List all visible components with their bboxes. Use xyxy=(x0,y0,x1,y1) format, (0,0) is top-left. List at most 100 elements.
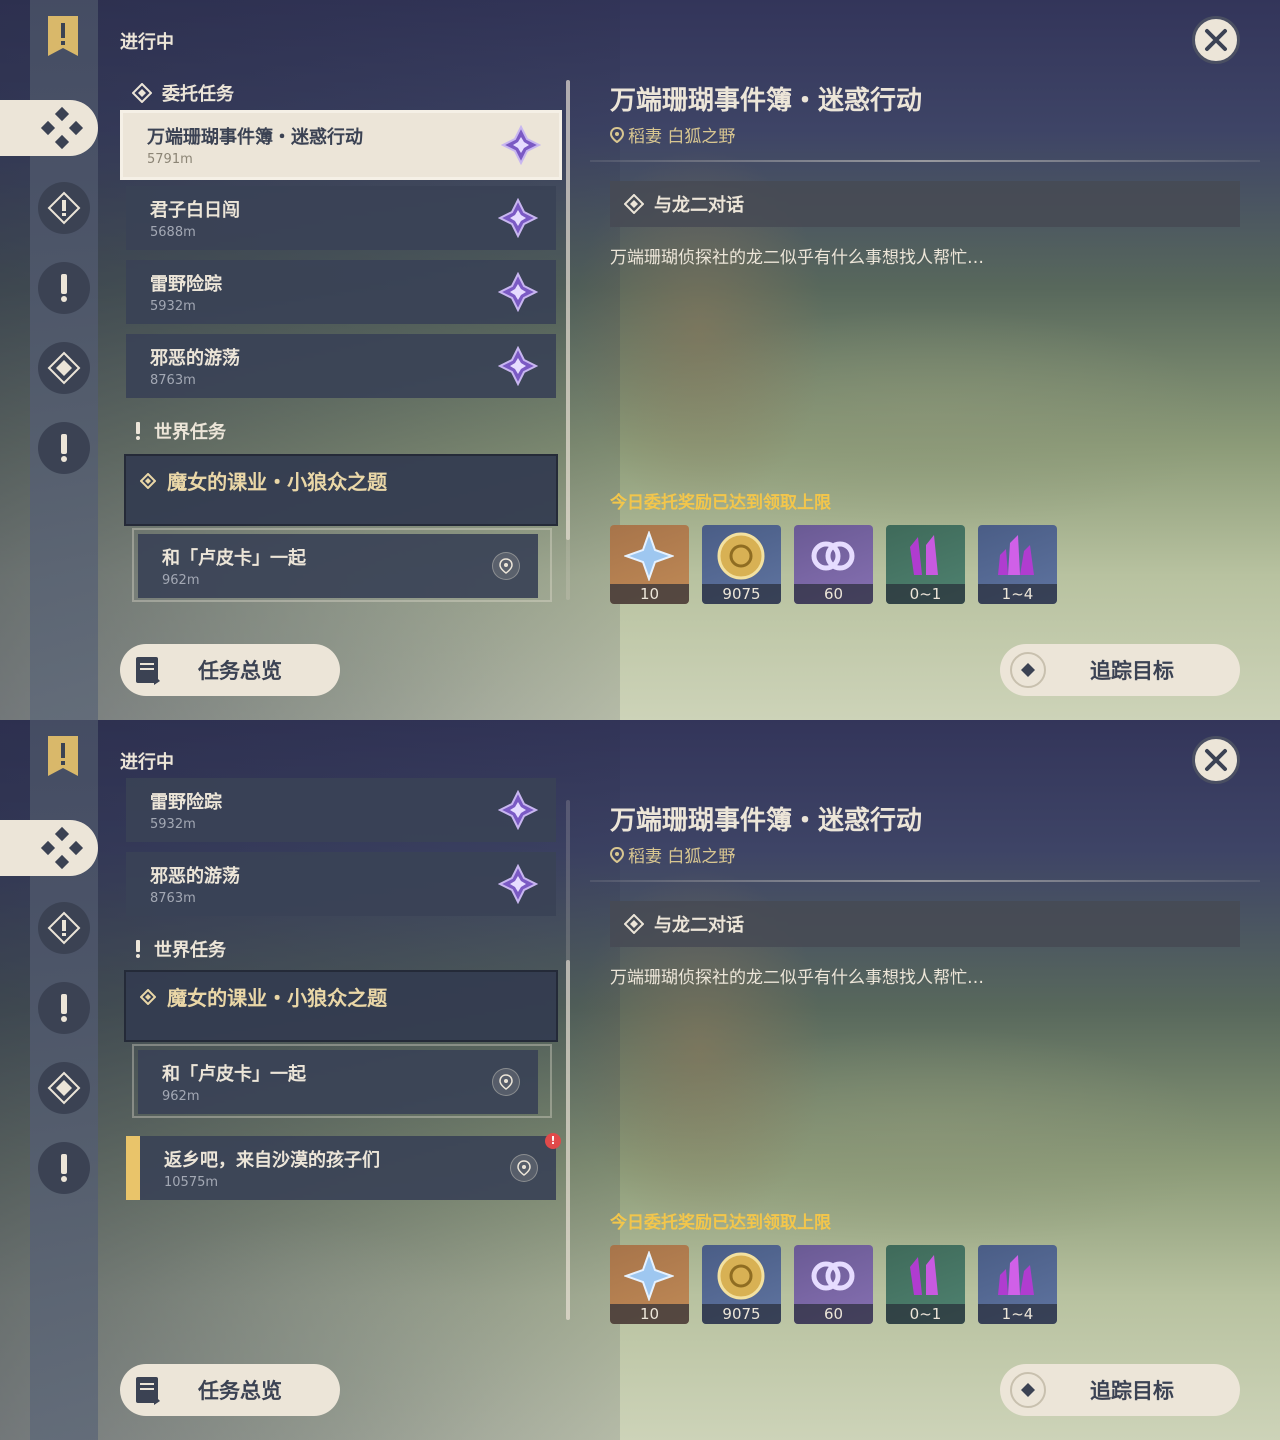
quest-title: 邪恶的游荡 xyxy=(150,348,240,369)
reward-item[interactable]: 1~4 xyxy=(978,525,1057,604)
objective-text: 与龙二对话 xyxy=(654,915,744,936)
scroll-thumb[interactable] xyxy=(566,960,570,1320)
story-quest-icon xyxy=(47,351,81,385)
quest-item[interactable]: 邪恶的游荡 8763m xyxy=(126,852,556,916)
quest-title: 雷野险踪 xyxy=(150,792,222,813)
quest-item[interactable]: 君子白日闯 5688m xyxy=(126,186,556,250)
list-scrollbar[interactable] xyxy=(566,80,570,600)
quest-item[interactable]: 雷野险踪 5932m xyxy=(126,260,556,324)
track-target-button[interactable]: 追踪目标 xyxy=(1000,644,1240,696)
crystal-small-icon xyxy=(910,1255,938,1295)
rail-story-tab[interactable] xyxy=(38,342,90,394)
reward-list: 10 9075 60 0~1 1~4 xyxy=(610,525,1057,604)
commission-star-icon xyxy=(501,125,541,165)
commission-icon xyxy=(40,106,84,150)
detail-title: 万端珊瑚事件簿・迷惑行动 xyxy=(610,806,923,836)
rail-event-tab[interactable] xyxy=(38,1142,90,1194)
quest-overview-button[interactable]: 任务总览 xyxy=(120,644,340,696)
quest-overview-label: 任务总览 xyxy=(198,659,282,683)
location-pin-icon xyxy=(510,1154,538,1182)
friendship-exp-icon xyxy=(811,1261,855,1291)
quest-item[interactable]: 邪恶的游荡 8763m xyxy=(126,334,556,398)
rail-event-tab[interactable] xyxy=(38,422,90,474)
reward-count: 0~1 xyxy=(886,584,965,604)
track-target-button[interactable]: 追踪目标 xyxy=(1000,1364,1240,1416)
reward-item[interactable]: 9075 xyxy=(702,525,781,604)
world-section-header: 世界任务 xyxy=(132,418,226,444)
world-quest-title: 魔女的课业・小狼众之题 xyxy=(167,470,388,494)
exclamation-icon xyxy=(61,994,67,1022)
world-quest-item[interactable]: 魔女的课业・小狼众之题 xyxy=(124,454,558,526)
reward-count: 60 xyxy=(794,584,873,604)
reward-item[interactable]: 0~1 xyxy=(886,525,965,604)
reward-limit-notice: 今日委托奖励已达到领取上限 xyxy=(610,493,831,513)
detail-location: 稻妻 白狐之野 xyxy=(610,122,735,147)
reward-item[interactable]: 1~4 xyxy=(978,1245,1057,1324)
close-button[interactable] xyxy=(1192,736,1240,784)
extra-quest-title: 返乡吧，来自沙漠的孩子们 xyxy=(164,1150,380,1171)
reward-item[interactable]: 60 xyxy=(794,1245,873,1324)
location-pin-icon xyxy=(610,846,624,863)
exclamation-icon xyxy=(61,274,67,302)
world-quest-diamond-icon xyxy=(139,988,157,1006)
sub-quest-distance: 962m xyxy=(162,1089,200,1104)
archon-quest-icon xyxy=(47,191,81,225)
quest-list[interactable]: 委托任务 万端珊瑚事件簿・迷惑行动 5791m 君子白日闯 5688m 雷野险踪… xyxy=(118,70,568,610)
reward-count: 1~4 xyxy=(978,584,1057,604)
rail-archon-tab[interactable] xyxy=(38,902,90,954)
rail-world-tab[interactable] xyxy=(38,262,90,314)
detail-location: 稻妻 白狐之野 xyxy=(610,842,735,867)
location-text: 稻妻 白狐之野 xyxy=(628,127,736,147)
detail-divider xyxy=(590,160,1260,162)
quest-overview-button[interactable]: 任务总览 xyxy=(120,1364,340,1416)
commission-star-icon xyxy=(498,346,538,386)
objective-diamond-icon xyxy=(624,914,644,934)
objective-diamond-icon xyxy=(624,194,644,214)
sub-quest-item[interactable]: 和「卢皮卡」一起 962m xyxy=(138,534,538,598)
world-quest-item[interactable]: 魔女的课业・小狼众之题 xyxy=(124,970,558,1042)
quest-distance: 8763m xyxy=(150,373,196,388)
reward-item[interactable]: 9075 xyxy=(702,1245,781,1324)
extra-quest-item[interactable]: 返乡吧，来自沙漠的孩子们 10575m xyxy=(126,1136,556,1200)
location-pin-icon xyxy=(492,552,520,580)
objective-text: 与龙二对话 xyxy=(654,195,744,216)
rail-archon-tab[interactable] xyxy=(38,182,90,234)
world-quest-diamond-icon xyxy=(139,472,157,490)
close-button[interactable] xyxy=(1192,16,1240,64)
reward-item[interactable]: 10 xyxy=(610,525,689,604)
quest-list[interactable]: 雷野险踪 5932m 邪恶的游荡 8763m 世界任务 魔女的课业・小狼众之题 … xyxy=(118,778,568,1338)
rail-world-tab[interactable] xyxy=(38,982,90,1034)
sub-quest-item[interactable]: 和「卢皮卡」一起 962m xyxy=(138,1050,538,1114)
primogem-icon xyxy=(624,531,674,581)
world-section-label: 世界任务 xyxy=(154,422,226,443)
quest-item-selected[interactable]: 万端珊瑚事件簿・迷惑行动 5791m xyxy=(120,110,562,180)
quest-item[interactable]: 雷野险踪 5932m xyxy=(126,778,556,842)
mora-icon xyxy=(717,532,765,580)
reward-item[interactable]: 0~1 xyxy=(886,1245,965,1324)
exclamation-icon xyxy=(61,1154,67,1182)
track-target-label: 追踪目标 xyxy=(1090,1379,1174,1403)
scroll-thumb[interactable] xyxy=(566,80,570,540)
rail-commission-tab[interactable] xyxy=(0,820,98,876)
reward-item[interactable]: 60 xyxy=(794,525,873,604)
list-scrollbar[interactable] xyxy=(566,800,570,1320)
sub-quest-frame: 和「卢皮卡」一起 962m xyxy=(132,1044,552,1118)
quest-title: 万端珊瑚事件簿・迷惑行动 xyxy=(147,127,363,148)
sub-quest-distance: 962m xyxy=(162,573,200,588)
sub-quest-title: 和「卢皮卡」一起 xyxy=(162,548,306,569)
quest-book-icon xyxy=(136,657,160,685)
close-icon xyxy=(1205,749,1227,771)
commission-star-icon xyxy=(498,790,538,830)
reward-count: 9075 xyxy=(702,1304,781,1324)
commission-diamond-icon xyxy=(132,83,152,103)
primogem-icon xyxy=(624,1251,674,1301)
sub-quest-frame: 和「卢皮卡」一起 962m xyxy=(132,528,552,602)
story-quest-icon xyxy=(47,1071,81,1105)
quest-distance: 5688m xyxy=(150,225,196,240)
reward-count: 10 xyxy=(610,1304,689,1324)
reward-count: 0~1 xyxy=(886,1304,965,1324)
rail-story-tab[interactable] xyxy=(38,1062,90,1114)
rail-commission-tab[interactable] xyxy=(0,100,98,156)
reward-item[interactable]: 10 xyxy=(610,1245,689,1324)
extra-quest-distance: 10575m xyxy=(164,1175,219,1190)
